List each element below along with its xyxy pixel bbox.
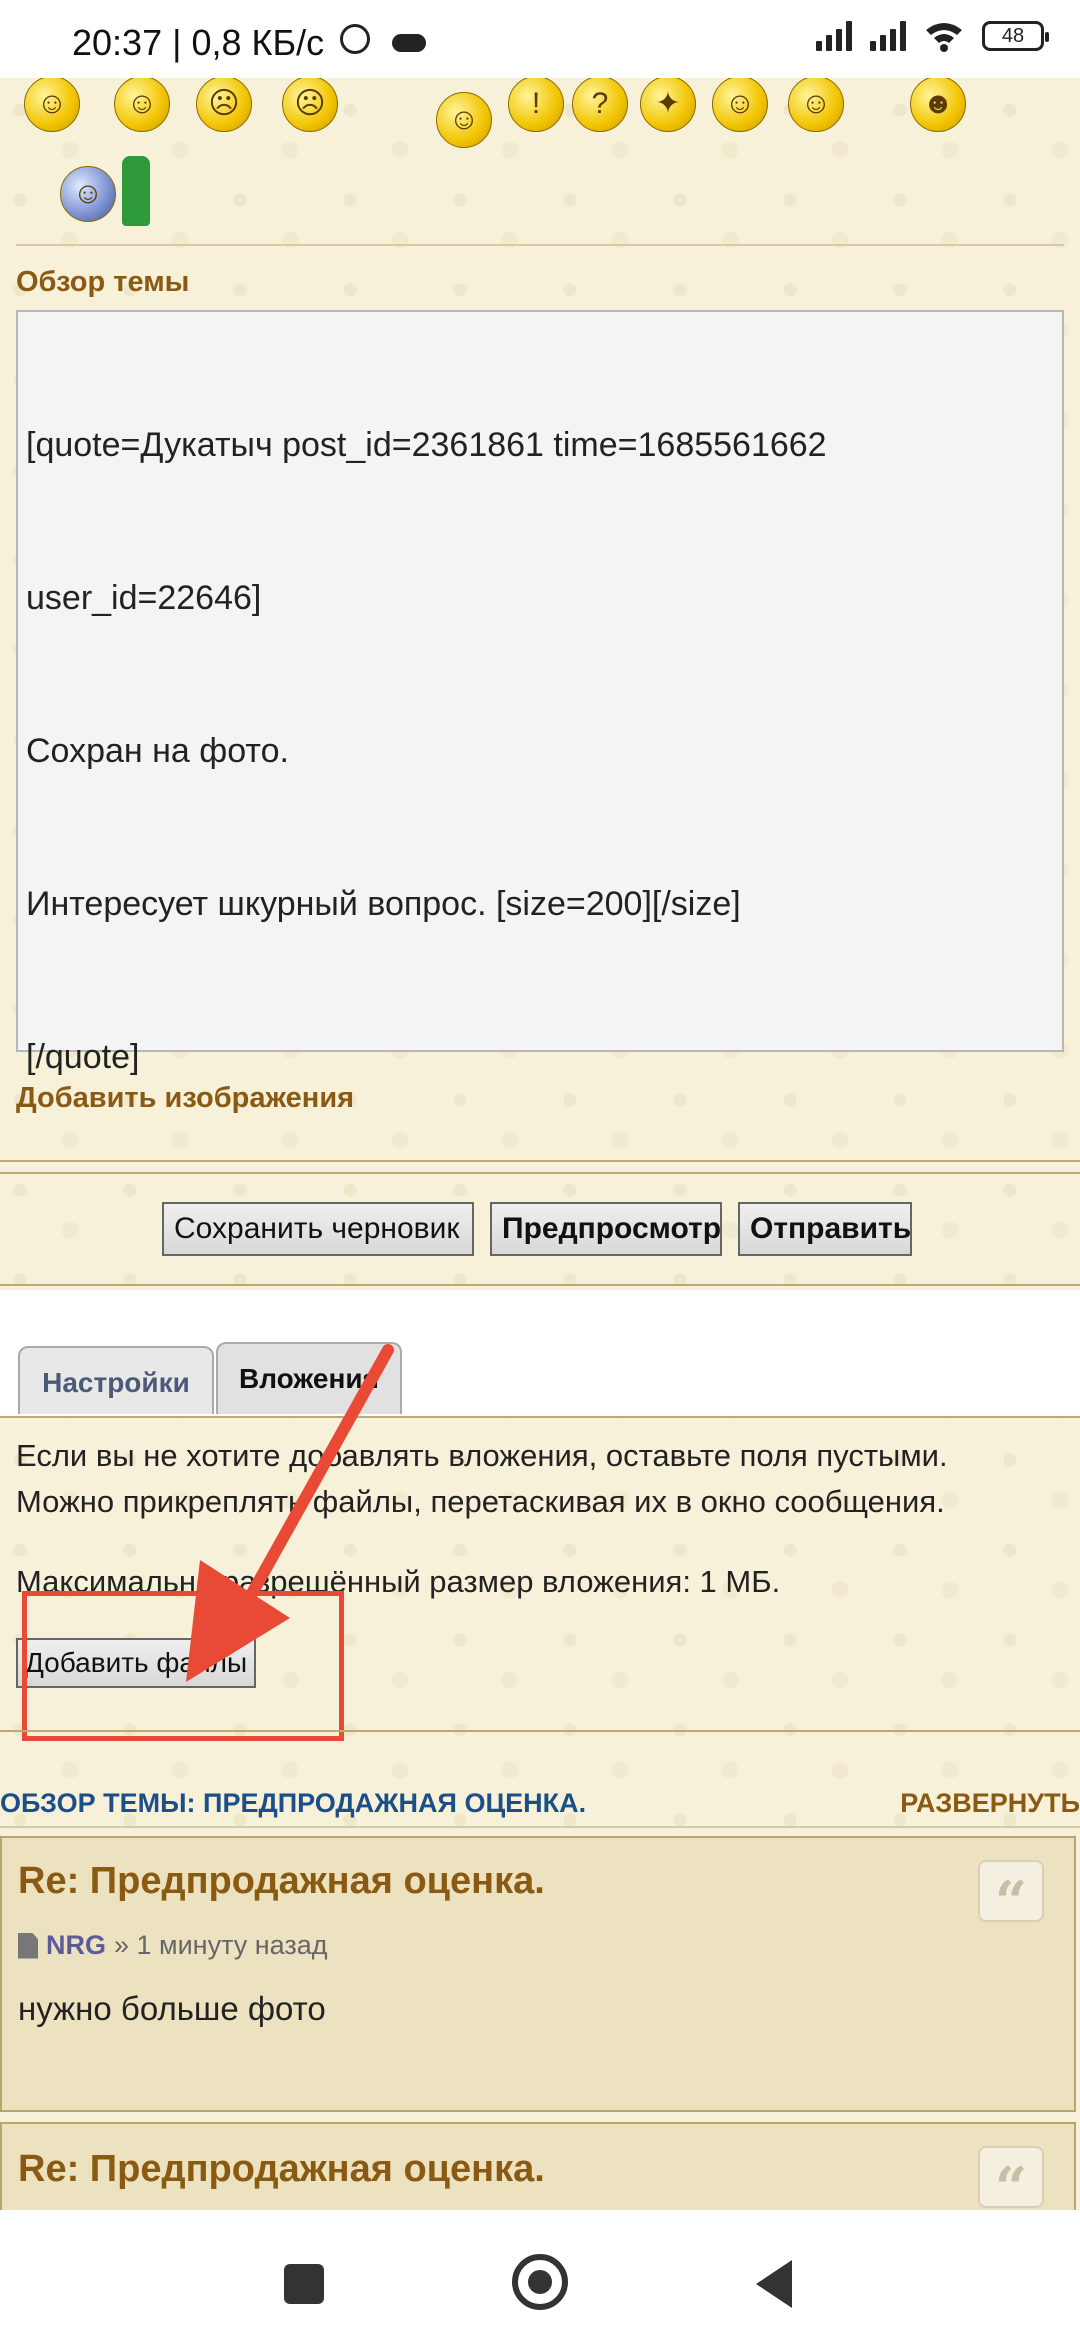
status-bar: 20:37 | 0,8 КБ/с 48 [0,0,1080,78]
section-divider [0,1284,1080,1286]
add-images-link[interactable]: Добавить изображения [16,1082,354,1115]
bottle-icon[interactable] [122,156,150,226]
home-icon[interactable] [512,2254,568,2310]
navigation-bar [0,2210,1080,2340]
editor-line: Интересует шкурный вопрос. [size=200][/s… [26,885,741,923]
editor-section-label: Обзор темы [16,266,190,298]
signal-icon-2 [870,21,906,51]
section-divider [0,1730,1080,1732]
recent-apps-icon[interactable] [284,2264,324,2304]
status-icons: 48 [816,20,1049,52]
editor-line: user_id=22646] [26,579,262,617]
section-divider [0,1160,1080,1162]
smiley-icon[interactable]: ☺ [436,92,492,148]
message-textarea[interactable]: [quote=Дукатыч post_id=2361861 time=1685… [16,310,1064,1076]
editor-line: [quote=Дукатыч post_id=2361861 time=1685… [26,426,827,464]
post-author-link[interactable]: NRG [46,1930,106,1961]
topic-review-title: ОБЗОР ТЕМЫ: ПРЕДПРОДАЖНАЯ ОЦЕНКА. [0,1788,587,1818]
submit-button[interactable]: Отправить [738,1202,912,1256]
post-meta: NRG » 1 минуту назад [18,1930,328,1961]
smiley-icon[interactable]: ! [508,76,564,132]
divider [16,244,1064,246]
section-divider [0,1172,1080,1174]
smiley-icon[interactable]: ☻ [910,76,966,132]
editor-line: [/quote] [26,1038,140,1076]
battery-icon: 48 [982,21,1049,51]
smiley-icon[interactable]: ☺ [788,76,844,132]
section-divider [0,1826,1080,1828]
expand-link[interactable]: РАЗВЕРНУТЬ [900,1788,1080,1819]
post-title: Re: Предпродажная оценка. [18,2148,545,2190]
post-item: Re: Предпродажная оценка. “ NRG » 1 мину… [0,1836,1076,2112]
document-icon [18,1932,38,1959]
wifi-icon [926,23,962,52]
tab-settings[interactable]: Настройки [18,1346,214,1414]
smiley-icon[interactable]: ✦ [640,76,696,132]
save-draft-button[interactable]: Сохранить черновик [162,1202,474,1256]
smiley-icon[interactable]: ☺ [712,76,768,132]
signal-icon [816,21,852,51]
attachments-hint-2: Можно прикреплять файлы, перетаскивая их… [16,1484,945,1519]
attachments-hint-1: Если вы не хотите добавлять вложения, ос… [16,1438,948,1473]
back-icon[interactable] [756,2260,792,2308]
quote-button[interactable]: “ [978,2146,1044,2221]
smiley-icon[interactable]: ☹ [282,76,338,132]
tab-attachments[interactable]: Вложения [216,1342,402,1414]
tab-divider [0,1416,1080,1418]
status-time: 20:37 | 0,8 КБ/с [72,22,325,63]
editor-line: Сохран на фото. [26,732,289,770]
preview-button[interactable]: Предпросмотр [490,1202,722,1256]
annotation-highlight-box [22,1591,344,1741]
smiley-icon[interactable]: ☺ [114,76,170,132]
smiley-icon[interactable]: ☺ [24,76,80,132]
quote-button[interactable]: “ [978,1860,1044,1935]
smiley-icon[interactable]: ☹ [196,76,252,132]
cloud-icon [392,34,426,52]
smiley-icon[interactable]: ☺ [60,166,116,222]
post-title: Re: Предпродажная оценка. [18,1860,545,1902]
post-body: нужно больше фото [18,1990,326,2027]
post-time: » 1 минуту назад [114,1930,328,1960]
alarm-clock-icon [340,24,370,54]
smiley-icon[interactable]: ? [572,76,628,132]
